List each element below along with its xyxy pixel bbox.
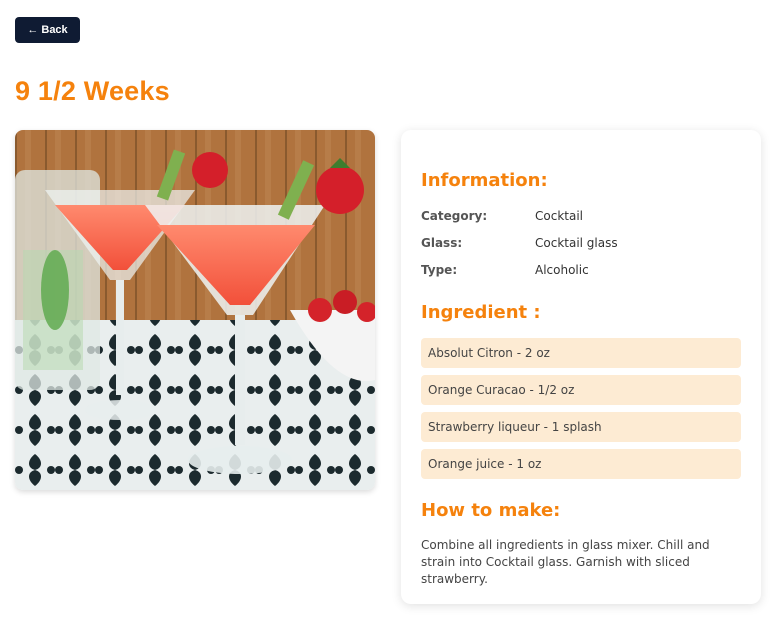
info-key: Category: [421,209,488,223]
instructions-text: Combine all ingredients in glass mixer. … [421,538,710,586]
info-value: Cocktail [535,209,583,223]
ingredient-item: Absolut Citron - 2 oz [421,338,741,368]
back-button[interactable]: ← Back [15,17,80,43]
info-value: Cocktail glass [535,236,618,250]
information-heading: Information: [421,170,548,191]
ingredient-heading: Ingredient : [421,302,541,323]
info-key: Type: [421,263,458,277]
ingredient-list: Absolut Citron - 2 oz Orange Curacao - 1… [421,338,741,486]
how-to-make-heading: How to make: [421,500,561,521]
info-value: Alcoholic [535,263,589,277]
page-title: 9 1/2 Weeks [15,76,170,106]
ingredient-item: Orange juice - 1 oz [421,449,741,479]
ingredient-item: Orange Curacao - 1/2 oz [421,375,741,405]
drink-info-card: Information: Category: Cocktail Glass: C… [401,130,761,604]
info-key: Glass: [421,236,463,250]
ingredient-item: Strawberry liqueur - 1 splash [421,412,741,442]
cocktail-image [15,130,375,490]
